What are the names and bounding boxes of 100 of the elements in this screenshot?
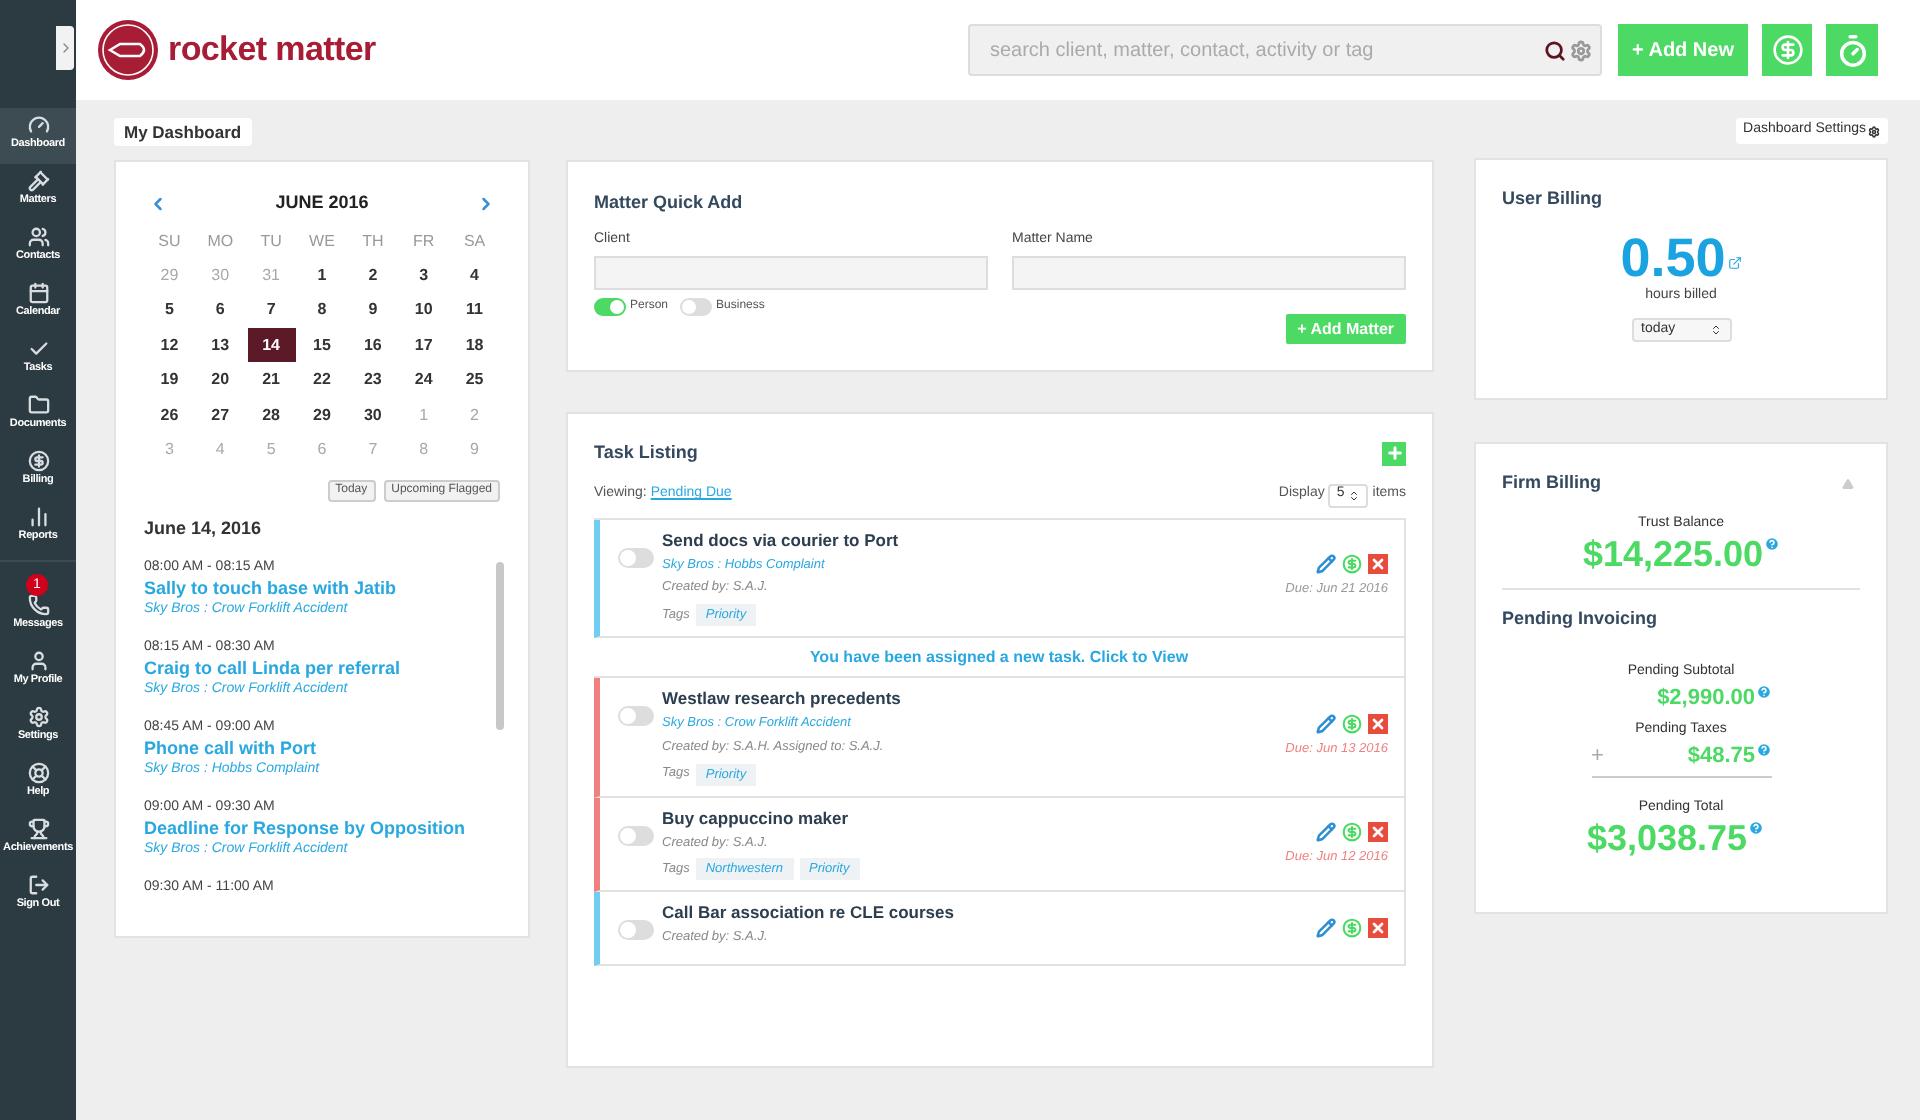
pending-taxes-value: $48.75 — [1687, 742, 1755, 772]
expand-tab[interactable] — [56, 26, 74, 70]
card-title: Firm Billing — [1502, 470, 1601, 496]
toggle-switch[interactable] — [618, 825, 654, 845]
search-icon[interactable] — [1543, 39, 1566, 61]
client-field[interactable] — [594, 256, 988, 290]
toggle-switch[interactable] — [618, 547, 654, 567]
previous-month-icon[interactable] — [148, 193, 168, 214]
dollar-icon[interactable] — [1342, 821, 1362, 841]
calendar-day[interactable]: 16 — [348, 327, 397, 362]
collapse-icon[interactable] — [1840, 477, 1856, 490]
edit-icon[interactable] — [1316, 821, 1336, 841]
search-field[interactable]: search client, matter, contact, activity or tag — [989, 35, 1544, 65]
bar-chart-icon — [27, 506, 49, 528]
settings-icon — [1868, 125, 1880, 137]
calendar-day[interactable]: 4 — [450, 257, 499, 292]
dollar-icon[interactable] — [1342, 713, 1362, 734]
phone-icon — [27, 594, 49, 616]
calendar-day[interactable]: 20 — [196, 362, 245, 397]
calendar-day[interactable]: 30 — [348, 397, 397, 432]
toggle-switch[interactable] — [594, 298, 626, 316]
dollar-icon[interactable] — [1342, 918, 1362, 939]
calendar-day[interactable]: 13 — [196, 327, 245, 362]
scrollbar[interactable] — [496, 562, 504, 730]
help-icon[interactable] — [1755, 684, 1771, 700]
calendar-day[interactable]: 26 — [145, 397, 194, 432]
section-title: Pending Invoicing — [1502, 606, 1660, 632]
gauge-icon — [27, 114, 49, 136]
dashboard-tab[interactable]: My Dashboard — [114, 118, 252, 146]
calendar-day[interactable]: 15 — [297, 327, 346, 362]
calendar-day[interactable]: 22 — [297, 362, 346, 397]
calendar-day[interactable]: 27 — [196, 397, 245, 432]
dollar-icon — [1771, 34, 1803, 66]
card-title: User Billing — [1502, 186, 1605, 212]
trophy-icon — [27, 818, 49, 840]
edit-icon[interactable] — [1316, 554, 1336, 575]
task-title[interactable]: Send docs via courier to Port — [662, 529, 1286, 551]
calendar-day[interactable]: 24 — [399, 362, 448, 397]
selected-date: June 14, 2016 — [144, 515, 264, 541]
calendar-icon — [27, 282, 49, 304]
weekday-label: SU — [156, 229, 183, 253]
external-link-icon[interactable] — [1727, 255, 1742, 269]
search-bar[interactable]: search client, matter, contact, activity or tag — [967, 24, 1602, 76]
task-title[interactable]: Buy cappuccino maker — [662, 807, 1286, 829]
delete-icon[interactable] — [1368, 713, 1388, 734]
timer-button[interactable] — [1826, 24, 1878, 76]
next-month-icon[interactable] — [476, 193, 496, 214]
pending-subtotal-value: $2,990.00 — [1657, 684, 1755, 714]
logo[interactable]: rocket matter — [96, 18, 376, 82]
help-icon[interactable] — [1747, 820, 1764, 836]
matter-name-field[interactable] — [1012, 256, 1406, 290]
weekday-label: TH — [360, 229, 386, 253]
calendar-day[interactable]: 29 — [297, 397, 346, 432]
edit-icon[interactable] — [1316, 713, 1336, 734]
plus-sign: + — [1591, 742, 1604, 772]
task-title[interactable]: Westlaw research precedents — [662, 688, 1286, 710]
calendar-day[interactable]: 28 — [247, 397, 296, 432]
calendar-day[interactable]: 3 — [399, 257, 448, 292]
calendar-day[interactable]: 17 — [399, 327, 448, 362]
calendar-day[interactable]: 21 — [247, 362, 296, 397]
weekday-label: MO — [205, 229, 236, 253]
calendar-day[interactable]: 9 — [348, 292, 397, 327]
delete-icon[interactable] — [1368, 821, 1388, 841]
toggle-switch[interactable] — [618, 920, 654, 941]
weekday-label: TU — [258, 229, 284, 253]
calendar-day[interactable]: 2 — [348, 257, 397, 292]
card-title: Task Listing — [594, 440, 698, 466]
calendar-day[interactable]: 25 — [450, 362, 499, 397]
add-task-button[interactable] — [1382, 441, 1406, 466]
calendar-day[interactable]: 19 — [145, 362, 194, 397]
delete-icon[interactable] — [1368, 554, 1388, 575]
calendar-day[interactable]: 14 — [247, 327, 296, 362]
weekday-label: FR — [411, 229, 437, 253]
toggle-switch[interactable] — [618, 706, 654, 726]
edit-icon[interactable] — [1316, 918, 1336, 939]
people-icon — [27, 226, 49, 248]
calendar-day[interactable]: 12 — [145, 327, 194, 362]
calendar-day[interactable]: 10 — [399, 292, 448, 327]
billing-button[interactable] — [1762, 24, 1812, 76]
weekday-label: SA — [461, 229, 488, 253]
card-title: Matter Quick Add — [594, 190, 745, 216]
delete-icon[interactable] — [1368, 918, 1388, 939]
calendar-day[interactable]: 5 — [145, 292, 194, 327]
calendar-day[interactable]: 18 — [450, 327, 499, 362]
help-icon[interactable] — [1755, 742, 1771, 758]
calendar-day[interactable]: 6 — [196, 292, 245, 327]
toggle-switch[interactable] — [680, 298, 713, 316]
help-icon[interactable] — [1763, 536, 1780, 552]
calendar-day[interactable]: 8 — [297, 292, 346, 327]
calendar-day[interactable]: 7 — [247, 292, 296, 327]
weekday-label: WE — [307, 229, 337, 253]
trust-balance-value: $14,225.00 — [1582, 534, 1764, 574]
hours-billed-value: 0.50 — [1620, 229, 1726, 285]
calendar-day[interactable]: 11 — [450, 292, 499, 327]
calendar-day[interactable]: 1 — [297, 257, 346, 292]
dollar-icon[interactable] — [1342, 554, 1362, 575]
check-icon — [27, 338, 49, 360]
folder-icon — [27, 394, 49, 416]
task-title[interactable]: Call Bar association re CLE courses — [662, 902, 1316, 925]
calendar-day[interactable]: 23 — [348, 362, 397, 397]
